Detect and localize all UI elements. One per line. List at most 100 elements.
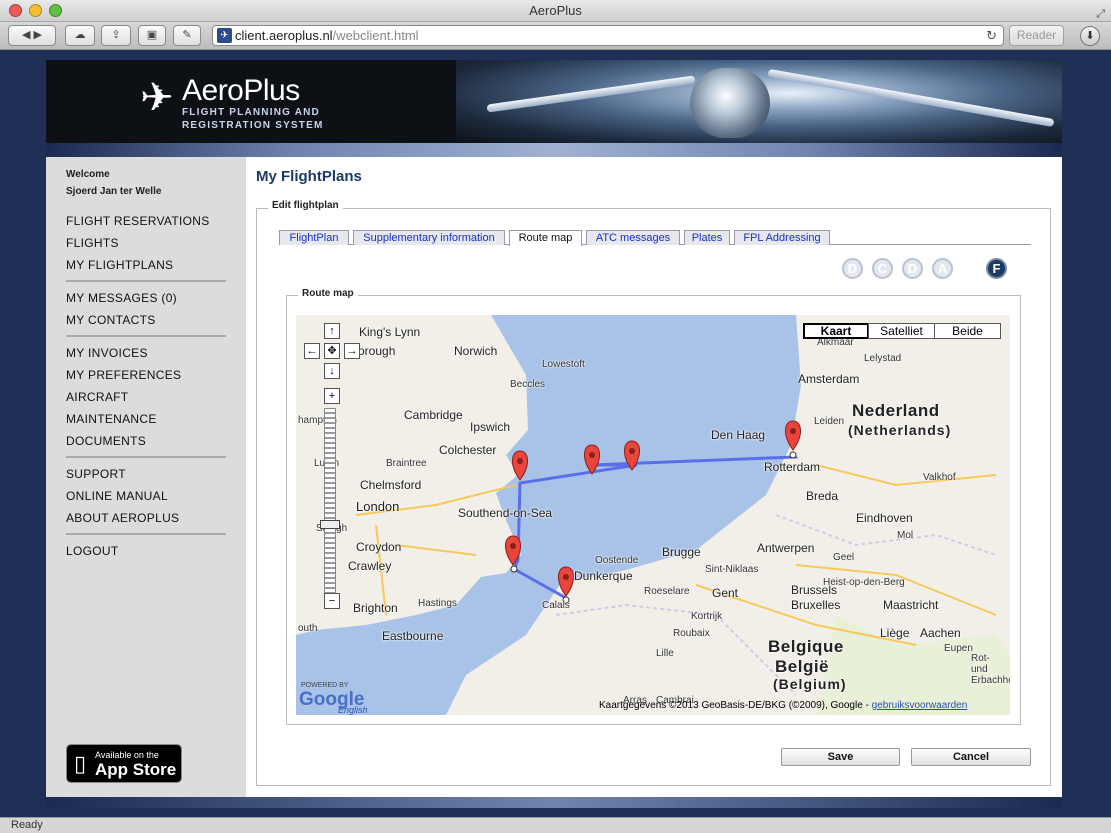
window-titlebar: AeroPlus ⤢ (0, 0, 1111, 22)
tab-fpl-addressing[interactable]: FPL Addressing (734, 230, 830, 245)
web-page: ✈ AeroPlus FLIGHT PLANNING AND REGISTRAT… (46, 60, 1062, 808)
map-label: Geel (833, 552, 855, 563)
nav-support[interactable]: SUPPORT (66, 467, 126, 481)
download-icon: ⬇ (1085, 30, 1095, 42)
map-label: Crawley (348, 559, 392, 573)
cancel-button[interactable]: Cancel (911, 748, 1031, 766)
arrow-left-icon: ← (306, 345, 318, 357)
tab-supplementary-information[interactable]: Supplementary information (353, 230, 505, 245)
zoom-slider-track[interactable] (324, 408, 336, 594)
url-path: /webclient.html (332, 28, 419, 43)
map-label: Den Haag (711, 428, 766, 442)
nav-logout[interactable]: LOGOUT (66, 544, 118, 558)
site-favicon-icon: ✈ (217, 28, 232, 43)
nav-divider (66, 456, 226, 458)
pan-center-button[interactable]: ✥ (324, 343, 340, 359)
pan-right-button[interactable]: → (344, 343, 360, 359)
wrench-icon: ✎ (182, 29, 192, 41)
nav-my-preferences[interactable]: MY PREFERENCES (66, 368, 181, 382)
map-label: Beccles (510, 379, 546, 390)
tab-plates[interactable]: Plates (684, 230, 730, 245)
map-label: Cambridge (404, 408, 463, 422)
nav-divider (66, 533, 226, 535)
nav-maintenance[interactable]: MAINTENANCE (66, 412, 157, 426)
status-d-icon[interactable]: D (842, 258, 863, 279)
map-copyright: Kaartgegevens ©2013 GeoBasis-DE/BKG (©20… (599, 700, 968, 711)
reload-icon[interactable]: ↻ (986, 26, 997, 45)
zoom-slider-handle[interactable] (320, 520, 340, 529)
nav-aircraft[interactable]: AIRCRAFT (66, 390, 128, 404)
map-label: Eindhoven (856, 511, 913, 525)
extension-button[interactable]: ▣ (138, 25, 166, 46)
url-host: client.aeroplus.nl (235, 28, 333, 43)
map-label: Ipswich (470, 420, 511, 434)
appstore-big-text: App Store (95, 760, 177, 779)
address-bar[interactable]: ✈ client.aeroplus.nl/webclient.html ↻ (212, 25, 1004, 46)
status-d2-icon[interactable]: D (902, 258, 923, 279)
zoom-in-button[interactable]: + (324, 388, 340, 404)
map-label: Chelmsford (360, 478, 422, 492)
site-header: ✈ AeroPlus FLIGHT PLANNING AND REGISTRAT… (46, 60, 1062, 143)
map-label: Dunkerque (574, 569, 633, 583)
appstore-small-text: Available on the (95, 750, 159, 760)
share-icon: ⇪ (111, 29, 121, 41)
map-label: Amsterdam (798, 372, 860, 386)
nav-divider (66, 335, 226, 337)
tab-flightplan[interactable]: FlightPlan (279, 230, 349, 245)
route-map[interactable]: King's Lynn Norwich Lowestoft Beccles or… (296, 315, 1010, 715)
country-label-nl: Nederland (852, 401, 940, 420)
tab-route-map[interactable]: Route map (509, 230, 582, 246)
map-type-beide[interactable]: Beide (934, 323, 1001, 339)
minimize-window-button[interactable] (29, 4, 42, 17)
tab-atc-messages[interactable]: ATC messages (586, 230, 680, 245)
pan-left-button[interactable]: ← (304, 343, 320, 359)
nav-documents[interactable]: DOCUMENTS (66, 434, 146, 448)
status-a-icon[interactable]: A (932, 258, 953, 279)
nav-my-messages[interactable]: MY MESSAGES (0) (66, 291, 177, 305)
zoom-window-button[interactable] (49, 4, 62, 17)
save-button[interactable]: Save (781, 748, 900, 766)
icloud-tabs-button[interactable]: ☁ (65, 25, 95, 46)
share-button[interactable]: ⇪ (101, 25, 131, 46)
nav-my-flightplans[interactable]: MY FLIGHTPLANS (66, 258, 173, 272)
page-footer-strip (46, 797, 1062, 808)
close-window-button[interactable] (9, 4, 22, 17)
app-store-badge[interactable]: ▯ Available on the App Store (66, 744, 182, 783)
map-type-kaart[interactable]: Kaart (803, 323, 869, 339)
map-label: Roeselare (644, 586, 690, 597)
map-label: King's Lynn (359, 325, 421, 339)
tools-button[interactable]: ✎ (173, 25, 201, 46)
nav-flight-reservations[interactable]: FLIGHT RESERVATIONS (66, 214, 210, 228)
arrow-up-icon: ↑ (329, 325, 335, 337)
map-label: Calais (542, 600, 570, 611)
sidebar: Welcome Sjoerd Jan ter Welle FLIGHT RESE… (46, 157, 246, 797)
pan-down-button[interactable]: ↓ (324, 363, 340, 379)
status-c-icon[interactable]: C (872, 258, 893, 279)
cloud-icon: ☁ (74, 29, 86, 41)
center-icon: ✥ (327, 345, 337, 357)
arrow-right-icon: → (346, 345, 358, 357)
nav-my-invoices[interactable]: MY INVOICES (66, 346, 148, 360)
map-label: Rotterdam (764, 460, 821, 474)
nav-online-manual[interactable]: ONLINE MANUAL (66, 489, 168, 503)
country-label-be-en: (Belgium) (773, 676, 847, 692)
map-label: Lelystad (864, 353, 902, 364)
map-label: Mol (897, 530, 914, 541)
map-label: Brighton (353, 601, 398, 615)
map-type-satelliet[interactable]: Satelliet (868, 323, 935, 339)
downloads-button[interactable]: ⬇ (1080, 26, 1100, 46)
back-forward-buttons[interactable]: ◀ ▶ (8, 25, 56, 46)
zoom-out-button[interactable]: − (324, 593, 340, 609)
nav-about-aeroplus[interactable]: ABOUT AEROPLUS (66, 511, 179, 525)
map-label: Bruxelles (791, 598, 841, 612)
map-label: Gent (712, 586, 739, 600)
terms-of-use-link[interactable]: gebruiksvoorwaarden (872, 700, 968, 711)
reader-button[interactable]: Reader (1009, 25, 1064, 46)
nav-my-contacts[interactable]: MY CONTACTS (66, 313, 156, 327)
map-label: Hastings (418, 598, 457, 609)
pan-up-button[interactable]: ↑ (324, 323, 340, 339)
nav-flights[interactable]: FLIGHTS (66, 236, 119, 250)
route-map-legend: Route map (298, 288, 358, 299)
status-f-icon[interactable]: F (986, 258, 1007, 279)
plus-icon: + (328, 390, 336, 402)
